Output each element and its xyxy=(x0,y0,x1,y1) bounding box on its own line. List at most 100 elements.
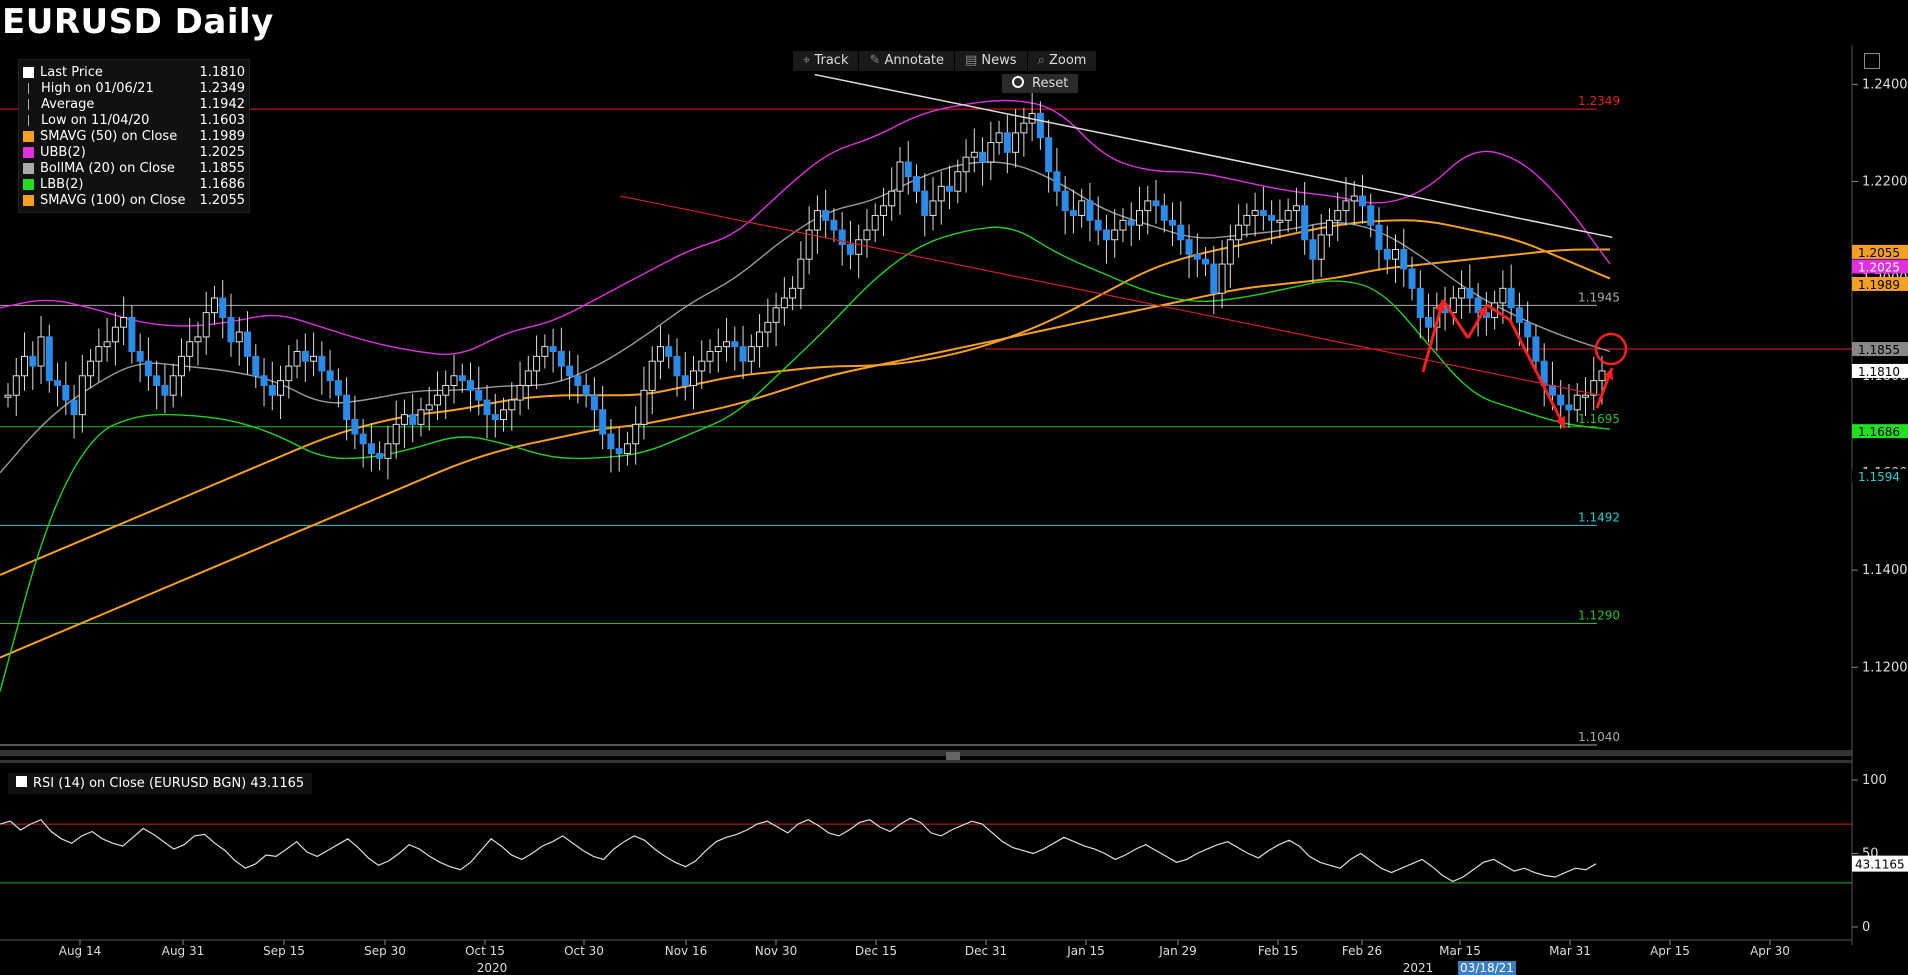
legend-label: High on 01/06/21 xyxy=(41,80,154,96)
candle-body xyxy=(1202,258,1210,265)
candle-body xyxy=(78,375,86,416)
candle-body xyxy=(1548,384,1556,396)
crosshair-icon: ⌖ xyxy=(803,53,815,68)
price-badge-label: 1.1810 xyxy=(1858,365,1900,379)
candle-body xyxy=(871,214,879,231)
candle-body xyxy=(648,360,656,391)
legend-label: Last Price xyxy=(40,64,103,80)
ma-line-sma100 xyxy=(0,248,1610,659)
candle-body xyxy=(574,375,582,386)
candle-body xyxy=(277,380,285,396)
candle-body xyxy=(1507,287,1515,309)
legend-label: UBB(2) xyxy=(40,144,86,160)
legend-value: 1.2055 xyxy=(199,192,246,208)
candle-body xyxy=(1078,200,1086,216)
candle-body xyxy=(723,341,731,348)
candle-body xyxy=(169,375,177,396)
candle-body xyxy=(970,151,978,158)
candle-body xyxy=(87,360,95,377)
candle-body xyxy=(1127,219,1135,226)
candle-body xyxy=(37,336,45,367)
candle-body xyxy=(1499,287,1507,304)
legend-value: 1.2025 xyxy=(199,144,246,160)
legend-label: Low on 11/04/20 xyxy=(41,112,150,128)
candle-body xyxy=(1003,132,1011,153)
candle-body xyxy=(376,453,384,459)
candle-body xyxy=(822,210,830,221)
level-label: 1.1290 xyxy=(1578,609,1620,623)
legend-row: Low on 11/04/20 1.1603 xyxy=(23,112,245,128)
candle-body xyxy=(706,350,714,362)
rsi-tick-label: 0 xyxy=(1862,920,1870,935)
candle-body xyxy=(1400,248,1408,270)
toolbar-annotate-button[interactable]: ✎ Annotate xyxy=(859,51,955,71)
rsi-line xyxy=(0,817,1597,883)
toolbar-news-button[interactable]: ▤ News xyxy=(955,51,1028,71)
chart-canvas: 1.24001.22001.20001.18001.16001.14001.12… xyxy=(0,45,1908,975)
candle-body xyxy=(1268,214,1276,221)
candle-body xyxy=(45,336,53,382)
panel-menu-icon[interactable] xyxy=(1864,53,1880,69)
price-tick-label: 1.2400 xyxy=(1862,77,1908,92)
candle-body xyxy=(310,355,318,362)
candle-body xyxy=(640,389,648,425)
x-tick-label: Nov 30 xyxy=(755,944,798,958)
legend-row: BollMA (20) on Close 1.1855 xyxy=(23,160,245,176)
reset-button[interactable]: Reset xyxy=(1002,74,1079,93)
candle-body xyxy=(458,375,466,382)
candle-body xyxy=(367,443,375,455)
candle-body xyxy=(70,399,78,416)
candle-body xyxy=(144,360,152,377)
x-tick-label: Jan 15 xyxy=(1066,944,1105,958)
candle-body xyxy=(260,375,268,386)
candle-body xyxy=(1416,287,1424,318)
toolbar-zoom-button[interactable]: ⌕ Zoom xyxy=(1028,51,1098,71)
candle-body xyxy=(1045,137,1053,173)
price-badge-label: 1.2025 xyxy=(1858,260,1900,274)
candle-body xyxy=(21,355,29,377)
candle-body xyxy=(1160,205,1168,221)
legend-row: Last Price 1.1810 xyxy=(23,64,245,80)
price-badge-label: 1.1989 xyxy=(1858,278,1900,292)
candle-body xyxy=(690,370,698,386)
candle-body xyxy=(698,360,706,372)
candle-body xyxy=(1425,316,1433,328)
candle-body xyxy=(524,370,532,386)
candle-body xyxy=(136,350,144,362)
legend-label: SMAVG (100) on Close xyxy=(40,192,186,208)
price-tick-label: 1.2200 xyxy=(1862,174,1908,189)
candle-body xyxy=(1375,224,1383,250)
legend-label: BollMA (20) on Close xyxy=(40,160,175,176)
ma-line-sma50 xyxy=(0,219,1611,576)
candle-body xyxy=(1325,219,1333,236)
x-tick-label: Feb 15 xyxy=(1258,944,1298,958)
candle-body xyxy=(235,331,243,343)
candle-body xyxy=(1292,205,1300,212)
x-tick-label: Dec 15 xyxy=(855,944,897,958)
candle-body xyxy=(946,185,954,192)
candle-body xyxy=(830,219,838,231)
candle-body xyxy=(293,350,301,367)
candle-body xyxy=(409,414,417,425)
candle-body xyxy=(714,346,722,352)
candle-body xyxy=(1061,190,1069,212)
candle-body xyxy=(29,355,37,367)
candle-body xyxy=(879,205,887,216)
candle-body xyxy=(656,346,664,362)
candle-body xyxy=(1193,253,1201,260)
x-tick-label: Jan 29 xyxy=(1158,944,1197,958)
candle-body xyxy=(1466,287,1474,299)
legend-value: 1.1855 xyxy=(199,160,246,176)
candle-body xyxy=(227,316,235,343)
candle-body xyxy=(1102,229,1110,241)
candle-body xyxy=(1135,210,1143,226)
toolbar-track-button[interactable]: ⌖ Track xyxy=(793,51,860,71)
candle-body xyxy=(417,409,425,425)
candle-body xyxy=(632,423,640,445)
candle-body xyxy=(400,414,408,425)
rsi-legend: RSI (14) on Close (EURUSD BGN) 43.1165 xyxy=(8,773,313,794)
x-tick-label: Sep 30 xyxy=(364,944,406,958)
rsi-swatch xyxy=(16,776,27,787)
level-label: 1.1945 xyxy=(1578,290,1620,304)
candle-body xyxy=(566,365,574,377)
